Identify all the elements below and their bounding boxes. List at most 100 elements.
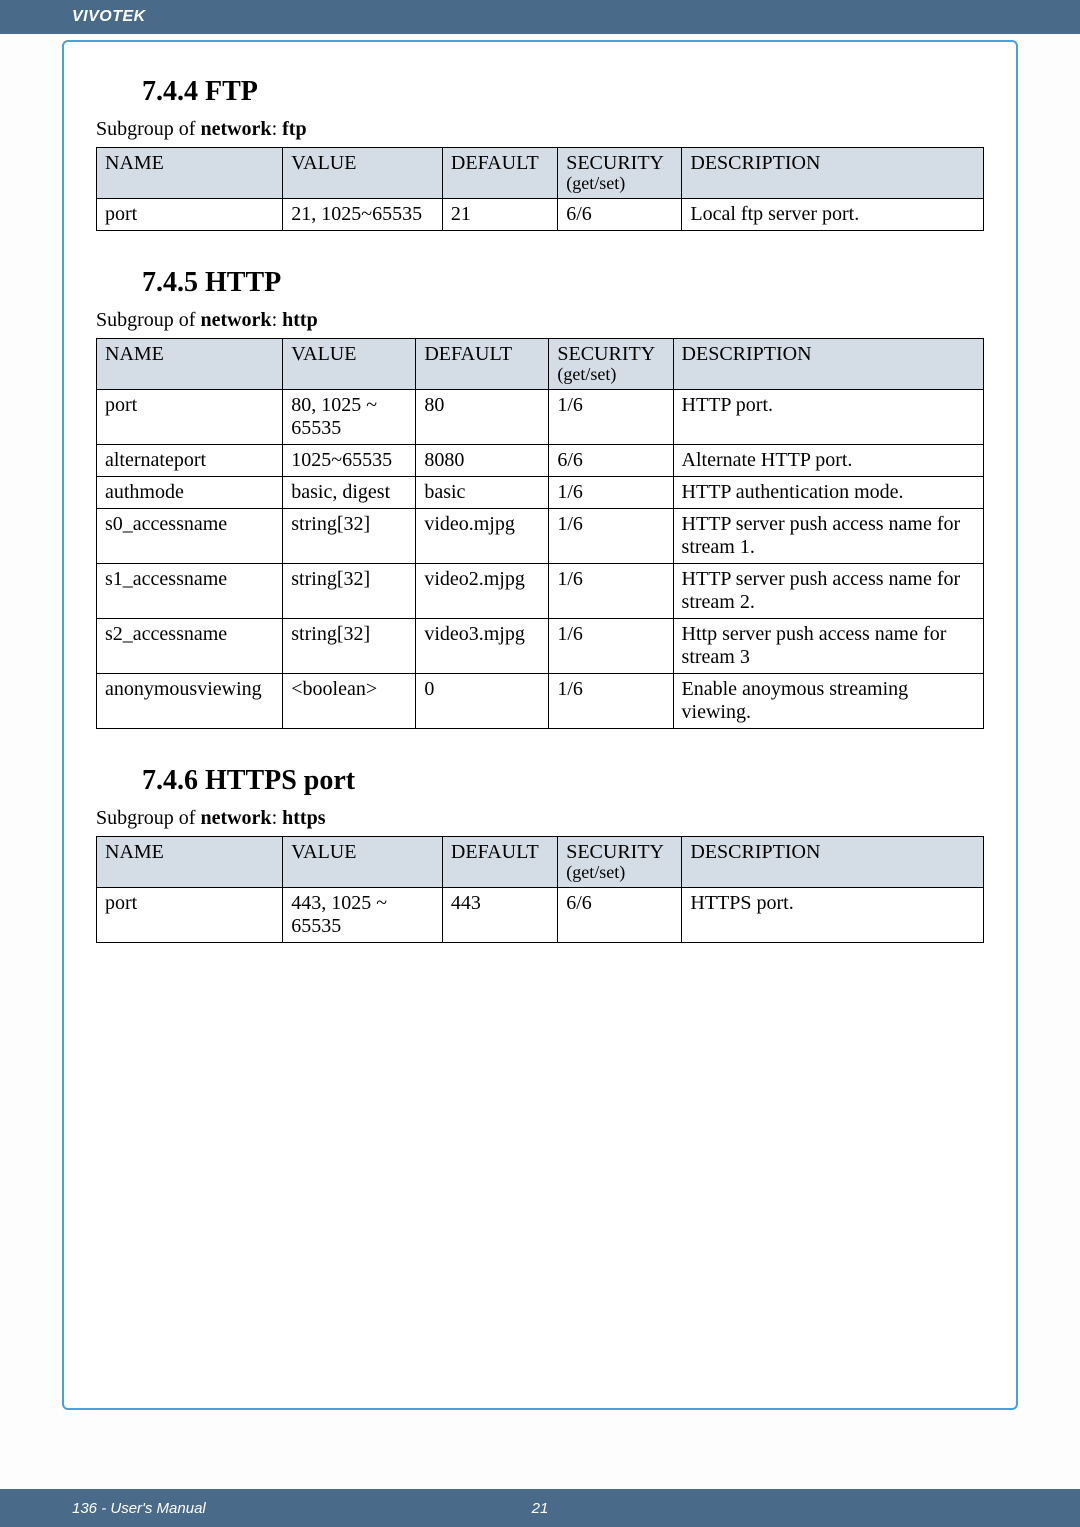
cell-default: video.mjpg bbox=[416, 509, 549, 564]
col-description: DESCRIPTION bbox=[673, 339, 983, 390]
section-title-http: 7.4.5 HTTP bbox=[142, 267, 984, 299]
cell-default: 0 bbox=[416, 674, 549, 729]
cell-name: port bbox=[97, 390, 283, 445]
cell-security: 1/6 bbox=[549, 564, 673, 619]
cell-value: string[32] bbox=[283, 509, 416, 564]
brand-label: VIVOTEK bbox=[72, 8, 146, 26]
subgroup-network: network bbox=[200, 309, 271, 331]
col-default: DEFAULT bbox=[442, 148, 557, 199]
subgroup-network: network bbox=[200, 807, 271, 829]
cell-security: 1/6 bbox=[549, 619, 673, 674]
col-value: VALUE bbox=[283, 837, 443, 888]
cell-name: port bbox=[97, 888, 283, 943]
cell-default: 443 bbox=[442, 888, 557, 943]
cell-name: port bbox=[97, 199, 283, 231]
col-description: DESCRIPTION bbox=[682, 148, 984, 199]
col-default: DEFAULT bbox=[416, 339, 549, 390]
col-security-sub: (get/set) bbox=[566, 862, 675, 883]
table-header-row: NAME VALUE DEFAULT SECURITY (get/set) DE… bbox=[97, 339, 984, 390]
col-value: VALUE bbox=[283, 339, 416, 390]
cell-value: string[32] bbox=[283, 564, 416, 619]
cell-security: 1/6 bbox=[549, 477, 673, 509]
subgroup-name: https bbox=[282, 807, 325, 829]
subgroup-prefix: Subgroup of bbox=[96, 309, 200, 331]
cell-value: 80, 1025 ~ 65535 bbox=[283, 390, 416, 445]
section-title-ftp: 7.4.4 FTP bbox=[142, 76, 984, 108]
col-security: SECURITY (get/set) bbox=[558, 148, 682, 199]
cell-security: 1/6 bbox=[549, 390, 673, 445]
table-row: authmode basic, digest basic 1/6 HTTP au… bbox=[97, 477, 984, 509]
footer-text: 136 - User's Manual bbox=[72, 1500, 206, 1517]
table-row: s0_accessname string[32] video.mjpg 1/6 … bbox=[97, 509, 984, 564]
cell-value: basic, digest bbox=[283, 477, 416, 509]
subgroup-colon: : bbox=[272, 118, 283, 140]
cell-name: anonymousviewing bbox=[97, 674, 283, 729]
col-name: NAME bbox=[97, 148, 283, 199]
table-row: anonymousviewing <boolean> 0 1/6 Enable … bbox=[97, 674, 984, 729]
cell-name: s2_accessname bbox=[97, 619, 283, 674]
subgroup-name: ftp bbox=[282, 118, 306, 140]
col-name: NAME bbox=[97, 339, 283, 390]
subgroup-colon: : bbox=[272, 807, 283, 829]
cell-value: 1025~65535 bbox=[283, 445, 416, 477]
table-https: NAME VALUE DEFAULT SECURITY (get/set) DE… bbox=[96, 836, 984, 943]
cell-security: 6/6 bbox=[549, 445, 673, 477]
table-row: port 21, 1025~65535 21 6/6 Local ftp ser… bbox=[97, 199, 984, 231]
table-header-row: NAME VALUE DEFAULT SECURITY (get/set) DE… bbox=[97, 148, 984, 199]
subgroup-http: Subgroup of network: http bbox=[96, 309, 984, 332]
cell-security: 6/6 bbox=[558, 199, 682, 231]
cell-value: 21, 1025~65535 bbox=[283, 199, 443, 231]
subgroup-ftp: Subgroup of network: ftp bbox=[96, 118, 984, 141]
cell-name: s0_accessname bbox=[97, 509, 283, 564]
table-row: alternateport 1025~65535 8080 6/6 Altern… bbox=[97, 445, 984, 477]
col-default: DEFAULT bbox=[442, 837, 557, 888]
cell-desc: HTTP server push access name for stream … bbox=[673, 564, 983, 619]
col-name: NAME bbox=[97, 837, 283, 888]
col-security-label: SECURITY bbox=[557, 343, 655, 365]
subgroup-network: network bbox=[200, 118, 271, 140]
cell-security: 1/6 bbox=[549, 509, 673, 564]
cell-name: s1_accessname bbox=[97, 564, 283, 619]
cell-desc: Local ftp server port. bbox=[682, 199, 984, 231]
subgroup-https: Subgroup of network: https bbox=[96, 807, 984, 830]
col-description: DESCRIPTION bbox=[682, 837, 984, 888]
cell-security: 1/6 bbox=[549, 674, 673, 729]
table-row: s1_accessname string[32] video2.mjpg 1/6… bbox=[97, 564, 984, 619]
cell-desc: HTTP port. bbox=[673, 390, 983, 445]
cell-value: <boolean> bbox=[283, 674, 416, 729]
section-title-https: 7.4.6 HTTPS port bbox=[142, 765, 984, 797]
cell-security: 6/6 bbox=[558, 888, 682, 943]
cell-value: 443, 1025 ~ 65535 bbox=[283, 888, 443, 943]
cell-default: 8080 bbox=[416, 445, 549, 477]
page-number: 21 bbox=[532, 1500, 549, 1517]
subgroup-prefix: Subgroup of bbox=[96, 118, 200, 140]
cell-name: alternateport bbox=[97, 445, 283, 477]
cell-default: 80 bbox=[416, 390, 549, 445]
cell-desc: HTTPS port. bbox=[682, 888, 984, 943]
page-frame: 7.4.4 FTP Subgroup of network: ftp NAME … bbox=[62, 40, 1018, 1410]
col-security: SECURITY (get/set) bbox=[558, 837, 682, 888]
subgroup-name: http bbox=[282, 309, 318, 331]
footer-bar: 136 - User's Manual 21 bbox=[0, 1489, 1080, 1527]
cell-desc: HTTP authentication mode. bbox=[673, 477, 983, 509]
cell-desc: Alternate HTTP port. bbox=[673, 445, 983, 477]
cell-default: video3.mjpg bbox=[416, 619, 549, 674]
subgroup-prefix: Subgroup of bbox=[96, 807, 200, 829]
table-http: NAME VALUE DEFAULT SECURITY (get/set) DE… bbox=[96, 338, 984, 729]
cell-default: 21 bbox=[442, 199, 557, 231]
col-security-sub: (get/set) bbox=[566, 173, 675, 194]
col-security-sub: (get/set) bbox=[557, 364, 666, 385]
cell-default: basic bbox=[416, 477, 549, 509]
col-security-label: SECURITY bbox=[566, 152, 664, 174]
cell-desc: Http server push access name for stream … bbox=[673, 619, 983, 674]
table-row: port 443, 1025 ~ 65535 443 6/6 HTTPS por… bbox=[97, 888, 984, 943]
cell-default: video2.mjpg bbox=[416, 564, 549, 619]
cell-value: string[32] bbox=[283, 619, 416, 674]
content-wrap: 7.4.4 FTP Subgroup of network: ftp NAME … bbox=[0, 40, 1080, 1410]
table-row: port 80, 1025 ~ 65535 80 1/6 HTTP port. bbox=[97, 390, 984, 445]
col-security-label: SECURITY bbox=[566, 841, 664, 863]
header-bar: VIVOTEK bbox=[0, 0, 1080, 34]
table-ftp: NAME VALUE DEFAULT SECURITY (get/set) DE… bbox=[96, 147, 984, 231]
cell-desc: Enable anoymous streaming viewing. bbox=[673, 674, 983, 729]
col-value: VALUE bbox=[283, 148, 443, 199]
